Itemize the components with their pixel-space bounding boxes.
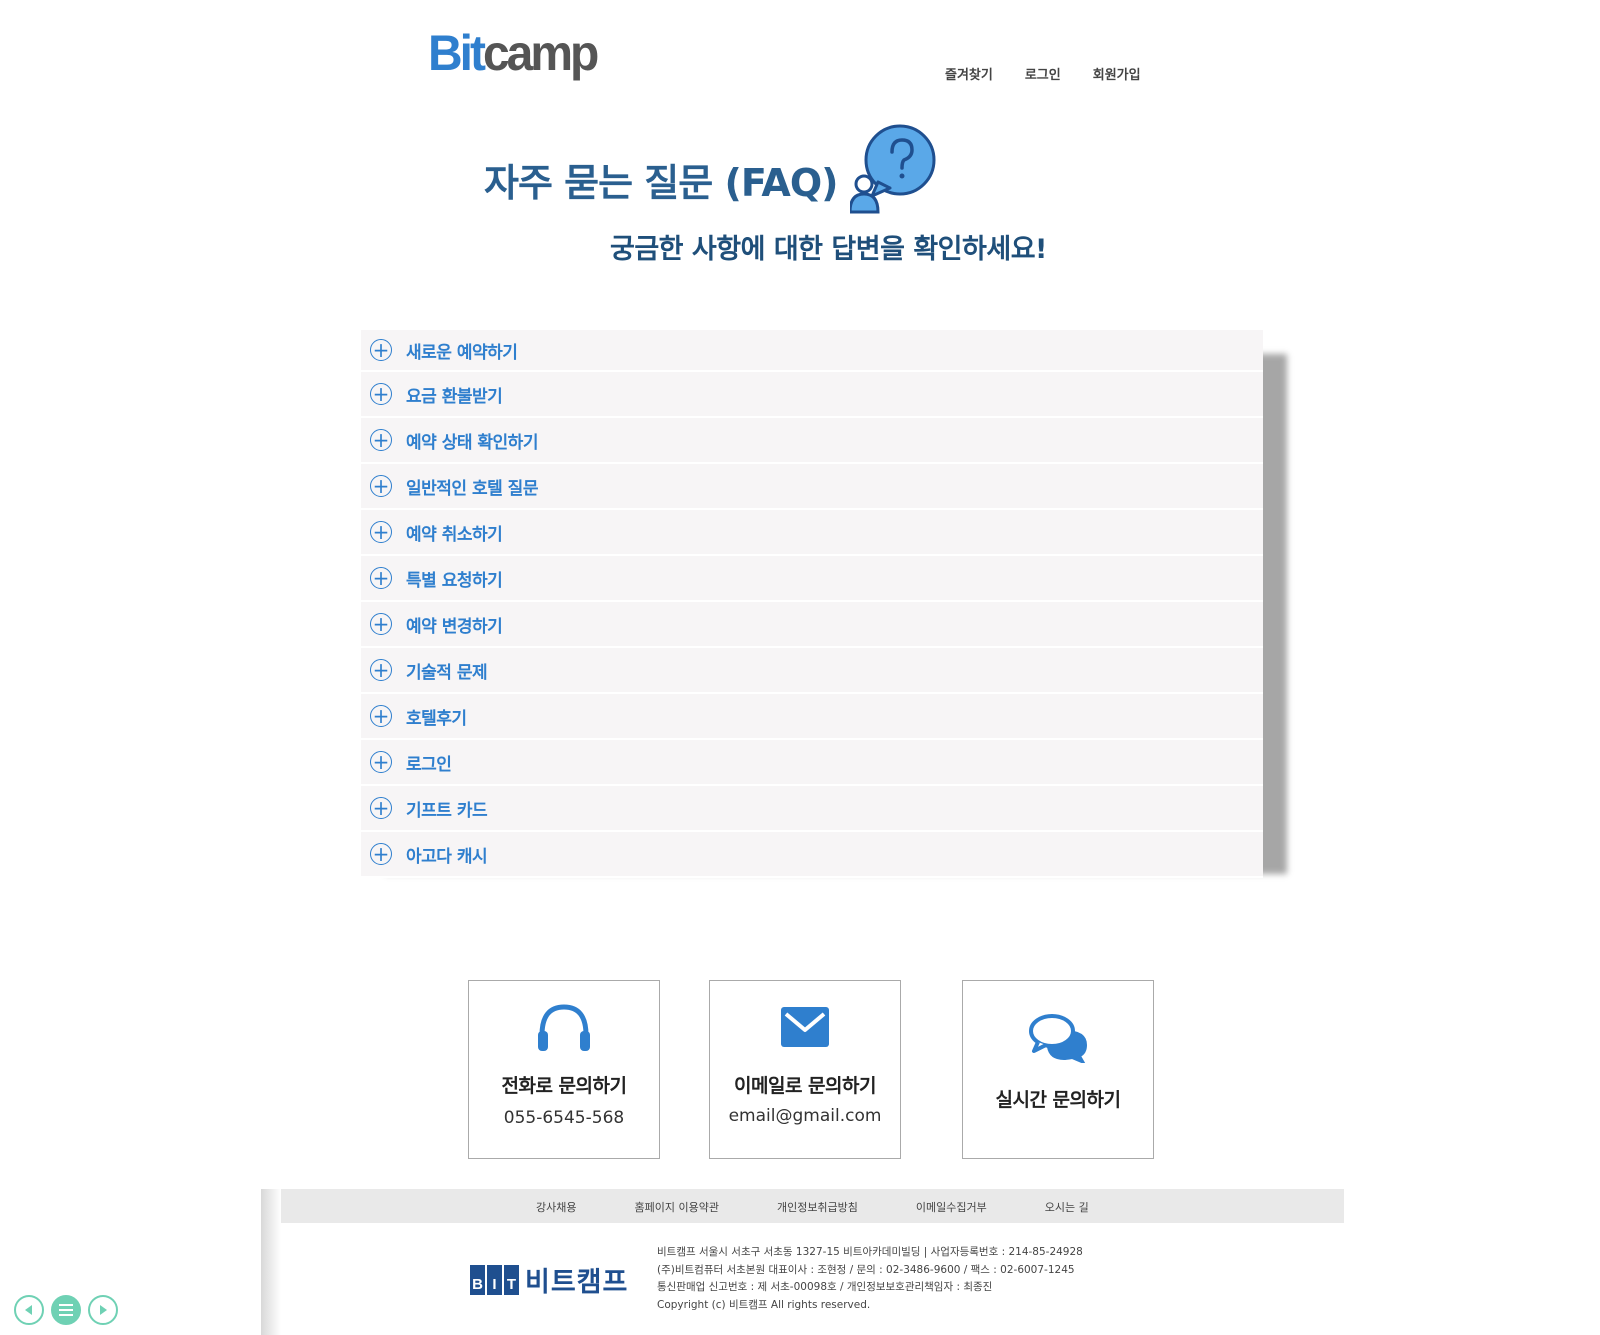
question-person-icon (850, 124, 936, 214)
company-info-line: 통신판매업 신고번호 : 제 서초-00098호 / 개인정보보호관리책임자 :… (657, 1281, 993, 1293)
faq-item-label: 새로운 예약하기 (406, 342, 518, 363)
envelope-icon (781, 1007, 829, 1047)
logo-name: 비트캠프 (525, 1267, 629, 1298)
logo-camp: camp (482, 25, 599, 82)
chat-contact-card[interactable]: 실시간 문의하기 (962, 980, 1154, 1159)
faq-accordion: + 새로운 예약하기 + 요금 환불받기 + 예약 상태 확인하기 + 일반적인 호텔 … (361, 330, 1263, 878)
footer-links: 강사채용 홈페이지 이용약관 개인정보취급방침 이메일수집거부 오시는 길 (536, 1199, 1147, 1215)
logo-letter: T (504, 1264, 519, 1295)
faq-item-label: 기술적 문제 (406, 662, 488, 683)
nav-login[interactable]: 로그인 (1025, 64, 1061, 83)
footer-link-directions[interactable]: 오시는 길 (1045, 1199, 1089, 1215)
footer-shade (261, 1189, 281, 1335)
faq-item-label: 요금 환불받기 (406, 386, 503, 407)
copyright: Copyright (c) 비트캠프 All rights reserved. (657, 1298, 871, 1311)
faq-item-cancel[interactable]: + 예약 취소하기 (361, 510, 1263, 556)
plus-circle-icon[interactable]: + (370, 751, 392, 773)
chat-bubbles-icon (1029, 1014, 1088, 1063)
plus-circle-icon[interactable]: + (370, 521, 392, 543)
email-address[interactable]: email@gmail.com (710, 1106, 900, 1126)
faq-item-hotel-review[interactable]: + 호텔후기 (361, 694, 1263, 740)
faq-item-login[interactable]: + 로그인 (361, 740, 1263, 786)
chat-contact-title: 실시간 문의하기 (995, 1089, 1121, 1111)
bitcamp-footer-logo[interactable]: B I T 비트캠프 (470, 1260, 628, 1299)
menu-button[interactable] (51, 1295, 81, 1325)
plus-circle-icon[interactable]: + (370, 659, 392, 681)
faq-item-special-request[interactable]: + 특별 요청하기 (361, 556, 1263, 602)
faq-item-label: 예약 상태 확인하기 (406, 432, 538, 453)
triangle-left-icon (25, 1305, 32, 1315)
plus-circle-icon[interactable]: + (370, 339, 392, 361)
triangle-right-icon (100, 1305, 107, 1315)
phone-contact-title: 전화로 문의하기 (501, 1075, 627, 1097)
faq-item-change-booking[interactable]: + 예약 변경하기 (361, 602, 1263, 648)
plus-circle-icon[interactable]: + (370, 613, 392, 635)
faq-item-label: 호텔후기 (406, 708, 467, 729)
plus-circle-icon[interactable]: + (370, 567, 392, 589)
email-contact-title: 이메일로 문의하기 (734, 1075, 876, 1097)
bitcamp-logo[interactable]: Bitcamp (428, 25, 599, 82)
footer-link-instructor[interactable]: 강사채용 (536, 1199, 576, 1215)
faq-item-gift-card[interactable]: + 기프트 카드 (361, 786, 1263, 832)
footer-link-privacy[interactable]: 개인정보취급방침 (777, 1199, 858, 1215)
nav-signup[interactable]: 회원가입 (1093, 64, 1141, 83)
plus-circle-icon[interactable]: + (370, 797, 392, 819)
phone-number[interactable]: 055-6545-568 (469, 1108, 659, 1128)
footer-link-email-refusal[interactable]: 이메일수집거부 (916, 1199, 987, 1215)
faq-item-label: 특별 요청하기 (406, 570, 503, 591)
company-info: 비트캠프 서울시 서초구 서초동 1327-15 비트아카데미빌딩 | 사업자등… (657, 1244, 1083, 1314)
hamburger-icon (59, 1304, 73, 1316)
faq-item-refund[interactable]: + 요금 환불받기 (361, 372, 1263, 418)
plus-circle-icon[interactable]: + (370, 843, 392, 865)
next-button[interactable] (88, 1295, 118, 1325)
plus-circle-icon[interactable]: + (370, 705, 392, 727)
faq-item-label: 아고다 캐시 (406, 846, 488, 867)
logo-letter: I (487, 1264, 502, 1295)
nav-favorites[interactable]: 즐겨찾기 (945, 64, 993, 83)
plus-circle-icon[interactable]: + (370, 475, 392, 497)
previous-button[interactable] (14, 1295, 44, 1325)
faq-item-label: 예약 취소하기 (406, 524, 503, 545)
faq-item-new-booking[interactable]: + 새로운 예약하기 (361, 330, 1263, 372)
company-info-line: (주)비트컴퓨터 서초본원 대표이사 : 조현정 / 문의 : 02-3486-… (657, 1263, 1075, 1276)
plus-circle-icon[interactable]: + (370, 429, 392, 451)
phone-contact-card[interactable]: 전화로 문의하기 055-6545-568 (468, 980, 660, 1159)
plus-circle-icon[interactable]: + (370, 383, 392, 405)
email-contact-card[interactable]: 이메일로 문의하기 email@gmail.com (709, 980, 901, 1159)
page-subtitle: 궁금한 사항에 대한 답변을 확인하세요! (610, 234, 1047, 265)
company-info-line: 비트캠프 서울시 서초구 서초동 1327-15 비트아카데미빌딩 | 사업자등… (657, 1246, 1083, 1258)
footer-link-terms[interactable]: 홈페이지 이용약관 (634, 1199, 718, 1215)
faq-item-agoda-cash[interactable]: + 아고다 캐시 (361, 832, 1263, 878)
slide-navigation (14, 1295, 118, 1325)
page-title: 자주 묻는 질문 (FAQ) (484, 161, 838, 205)
faq-item-label: 로그인 (406, 754, 452, 775)
headset-icon (538, 1004, 590, 1051)
faq-item-general-hotel[interactable]: + 일반적인 호텔 질문 (361, 464, 1263, 510)
faq-item-label: 예약 변경하기 (406, 616, 503, 637)
logo-letter: B (470, 1264, 485, 1295)
faq-item-label: 기프트 카드 (406, 800, 488, 821)
faq-item-label: 일반적인 호텔 질문 (406, 478, 538, 499)
faq-item-booking-status[interactable]: + 예약 상태 확인하기 (361, 418, 1263, 464)
logo-bit: Bit (428, 25, 486, 82)
faq-item-technical[interactable]: + 기술적 문제 (361, 648, 1263, 694)
top-nav: 즐겨찾기 로그인 회원가입 (945, 64, 1141, 83)
